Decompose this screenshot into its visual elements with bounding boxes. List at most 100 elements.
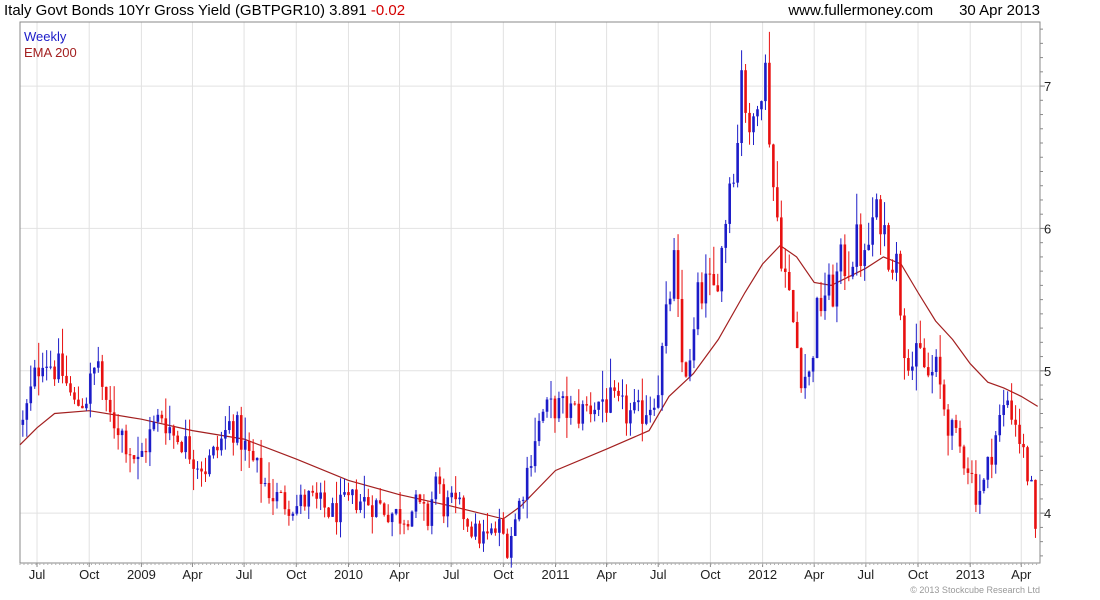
- candle-body: [144, 450, 148, 453]
- candle-body: [386, 514, 390, 523]
- candle-body: [434, 476, 438, 500]
- candle-body: [585, 404, 589, 406]
- candle-body: [922, 347, 926, 368]
- candle-body: [688, 360, 692, 377]
- candle-body: [609, 387, 612, 413]
- candle-body: [287, 509, 291, 516]
- x-tick-label: Apr: [1011, 567, 1032, 582]
- candle-body: [442, 484, 446, 517]
- candle-body: [799, 348, 803, 389]
- candle-body: [61, 353, 64, 376]
- candle-body: [291, 513, 295, 516]
- candle-body: [982, 479, 986, 491]
- candle-body: [506, 533, 509, 558]
- candle-body: [1014, 419, 1017, 425]
- candle-body: [128, 454, 132, 456]
- candle-body: [478, 523, 481, 544]
- y-tick-label: 4: [1044, 506, 1051, 521]
- candle-body: [744, 70, 747, 113]
- candle-body: [625, 395, 628, 424]
- axes: 4 5 6 7 Jul Oct 2009 Apr Jul Oct 2010 Apr Jul Oct 2011…: [19, 28, 1051, 582]
- legend: Weekly EMA 200: [24, 29, 77, 61]
- candle-body: [783, 268, 787, 272]
- candle-body: [152, 421, 156, 430]
- candle-body: [839, 244, 843, 272]
- candle-body: [891, 269, 894, 273]
- candle-body: [93, 367, 96, 374]
- x-tick-label: Jul: [443, 567, 460, 582]
- candle-body: [458, 497, 461, 500]
- candle-body: [613, 387, 616, 391]
- candle-body: [577, 403, 581, 424]
- candle-body: [541, 411, 545, 421]
- x-tick-label: Oct: [79, 567, 100, 582]
- candle-body: [986, 456, 990, 480]
- candle-body: [911, 366, 914, 371]
- candle-body: [907, 358, 910, 371]
- candle-body: [950, 420, 954, 436]
- candle-body: [517, 500, 521, 520]
- candle-body: [926, 367, 930, 376]
- candle-body: [85, 403, 88, 409]
- candle-body: [116, 428, 120, 436]
- candle-body: [259, 457, 263, 484]
- candle-body: [216, 446, 219, 451]
- candle-body: [331, 503, 334, 517]
- candle-body: [100, 361, 104, 387]
- candle-body: [946, 409, 950, 436]
- candle-body: [962, 446, 966, 469]
- x-tick-label: Oct: [493, 567, 514, 582]
- candle-body: [823, 295, 827, 312]
- candle-body: [934, 356, 938, 372]
- candle-body: [224, 430, 227, 439]
- candle-body: [120, 430, 124, 436]
- candle-body: [45, 366, 48, 368]
- copyright-notice: © 2013 Stockcube Research Ltd: [910, 585, 1040, 595]
- x-tick-label: Oct: [286, 567, 307, 582]
- candle-body: [208, 455, 211, 475]
- candle-body: [776, 187, 779, 218]
- candle-body: [200, 468, 203, 472]
- candle-body: [323, 492, 326, 508]
- candle-body: [275, 492, 279, 502]
- candle-body: [1022, 443, 1025, 448]
- candle-body: [69, 383, 72, 393]
- candle-body: [521, 499, 525, 501]
- candle-body: [374, 500, 378, 517]
- candle-body: [557, 398, 561, 419]
- candle-body: [732, 182, 735, 184]
- candle-body: [343, 492, 346, 495]
- candle-body: [57, 353, 60, 380]
- candle-body: [525, 467, 529, 500]
- x-tick-label: 2010: [334, 567, 363, 582]
- candle-body: [414, 494, 418, 512]
- candle-body: [1006, 400, 1009, 406]
- candle-body: [895, 253, 898, 273]
- candle-body: [875, 199, 878, 218]
- candle-body: [529, 466, 533, 468]
- candle-body: [815, 297, 819, 358]
- candle-body: [847, 276, 851, 278]
- candle-body: [49, 366, 52, 368]
- candle-body: [903, 315, 906, 359]
- candle-body: [446, 497, 450, 517]
- candle-body: [462, 497, 465, 520]
- candle-body: [621, 395, 624, 397]
- candle-body: [271, 498, 275, 502]
- candle-body: [728, 183, 731, 224]
- candle-body: [835, 271, 839, 307]
- candle-body: [859, 224, 863, 266]
- candle-body: [736, 143, 739, 183]
- candle-body: [994, 435, 998, 465]
- candle-body: [684, 362, 688, 377]
- candle-body: [915, 343, 918, 367]
- candle-body: [239, 415, 243, 450]
- candle-body: [772, 144, 775, 188]
- candle-body: [760, 101, 763, 110]
- candle-body: [490, 528, 493, 534]
- candle-body: [803, 376, 807, 389]
- plot-frame: [19, 21, 1041, 564]
- candle-body: [363, 497, 366, 502]
- candle-body: [263, 482, 267, 484]
- x-tick-label: Jul: [29, 567, 46, 582]
